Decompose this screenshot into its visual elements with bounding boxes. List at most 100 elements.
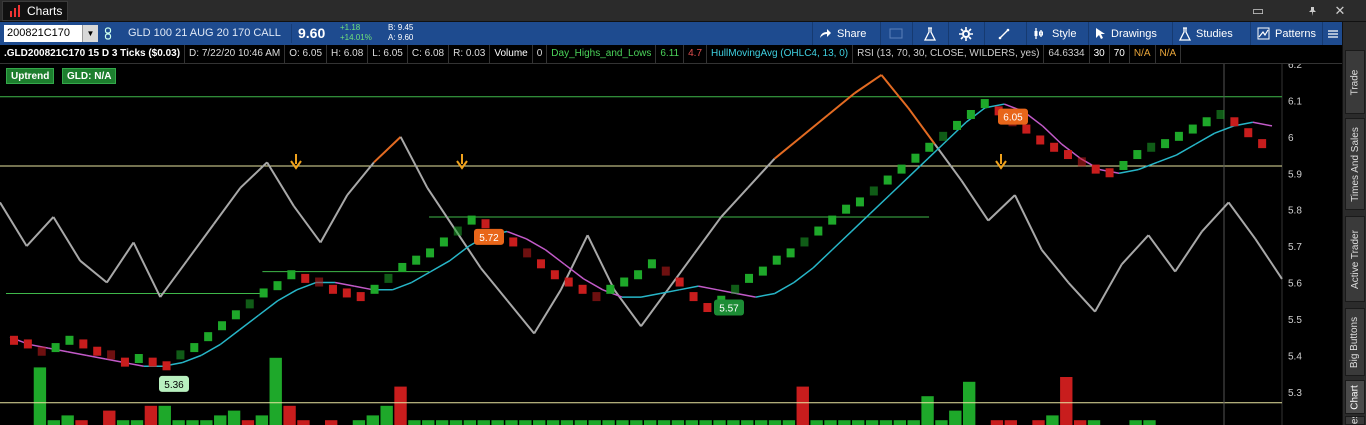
renko-brick (1188, 124, 1197, 134)
price-chart[interactable]: 6.2 6.1 6 5.9 5.8 5.7 5.6 5.5 5.4 5.3 5.36 5.72 5.57… (0, 64, 1342, 425)
volume-bar (325, 420, 338, 425)
renko-brick (218, 321, 227, 331)
chart-title: .GLD200821C170 15 D 3 Ticks ($0.03) (0, 45, 186, 63)
renko-brick (620, 277, 629, 287)
rsi-segment (1201, 201, 1230, 233)
settings-button[interactable] (948, 22, 982, 45)
volume-bar (560, 420, 574, 425)
renko-brick (564, 277, 573, 287)
gear-icon (958, 26, 973, 41)
rsi-segment (1014, 194, 1043, 251)
sidebar-tab-big-buttons[interactable]: Big Buttons (1345, 308, 1365, 376)
share-button[interactable]: Share (812, 22, 872, 45)
messages-button[interactable] (880, 22, 910, 45)
hull-segment (181, 354, 202, 364)
option-description: GLD 100 21 AUG 20 170 CALL (128, 27, 281, 39)
rsi-study[interactable]: RSI (13, 70, 30, CLOSE, WILDERS, yes) (853, 45, 1045, 63)
renko-brick (1063, 150, 1072, 160)
renko-brick (37, 346, 46, 356)
volume-bar (574, 420, 588, 425)
bar-date: D: 7/22/20 10:46 AM (185, 45, 286, 63)
rsi-segment (1040, 249, 1070, 284)
rsi-segment (1121, 234, 1150, 265)
volume-bar (1143, 420, 1156, 425)
restore-icon[interactable]: ▭ (1244, 2, 1272, 20)
sidebar-tab-times-and-sales[interactable]: Times And Sales (1345, 118, 1365, 210)
link-icon[interactable] (104, 27, 112, 40)
rsi-segment (1094, 263, 1123, 313)
style-button[interactable]: Style (1026, 22, 1082, 45)
studies-button[interactable]: Studies (1172, 22, 1239, 45)
volume-bar (588, 420, 601, 425)
pin-icon[interactable] (1298, 2, 1326, 20)
rsi-na-2: N/A (1156, 45, 1182, 63)
patterns-button[interactable]: Patterns (1250, 22, 1322, 45)
rsi-value: 64.6334 (1044, 45, 1090, 63)
volume-bar (477, 420, 490, 425)
cursor-icon (1096, 28, 1105, 39)
renko-brick (814, 226, 823, 236)
symbol-dropdown-icon[interactable]: ▼ (82, 25, 98, 42)
chart-toolbar: 200821C170 ▼ GLD 100 21 AUG 20 170 CALL … (0, 22, 1342, 45)
renko-brick (1105, 168, 1114, 178)
renko-brick (578, 284, 587, 294)
drawings-label: Drawings (1111, 27, 1157, 40)
y-tick-label: 5.7 (1288, 242, 1302, 253)
rsi-segment (586, 234, 616, 291)
volume-bar (352, 420, 366, 425)
message-icon (889, 28, 902, 39)
rsi-segment (960, 179, 990, 222)
hull-segment (736, 292, 756, 298)
volume-bar (865, 420, 879, 425)
volume-label[interactable]: Volume (490, 45, 533, 63)
drawing-tool-button[interactable] (984, 22, 1022, 45)
hull-segment (449, 245, 470, 262)
volume-bar (685, 420, 698, 425)
share-label: Share (837, 27, 867, 40)
volume-bar (1087, 420, 1101, 425)
volume-bar (75, 420, 88, 425)
volume-bar (505, 420, 518, 425)
sidebar-tab-trade[interactable]: Trade (1345, 50, 1365, 114)
more-options-button[interactable] (1322, 22, 1342, 45)
rsi-segment (319, 194, 349, 243)
renko-brick (384, 273, 393, 283)
chart-bars-icon (10, 5, 20, 17)
sidebar-tab-res[interactable]: res (1345, 416, 1365, 425)
hull-segment (774, 281, 795, 295)
renko-brick (536, 259, 545, 269)
renko-brick (634, 270, 643, 280)
gld-badge: GLD: N/A (62, 68, 117, 84)
renko-brick (398, 262, 407, 272)
volume-bar (422, 420, 435, 425)
hull-segment (296, 281, 317, 291)
renko-brick (245, 299, 254, 309)
volume-bar (921, 396, 934, 425)
volume-bar (657, 420, 671, 425)
close-icon[interactable]: ✕ (1326, 2, 1354, 20)
volume-bar (754, 420, 768, 425)
hull-study[interactable]: HullMovingAvg (OHLC4, 13, 0) (707, 45, 854, 63)
sidebar-tab-chart[interactable]: Chart (1345, 380, 1365, 414)
drawings-button[interactable]: Drawings (1088, 22, 1163, 45)
volume-bar (893, 420, 907, 425)
hull-segment (354, 285, 374, 291)
volume-bar (200, 420, 213, 425)
charts-tab[interactable]: Charts (2, 1, 68, 21)
sidebar-tab-active-trader[interactable]: Active Trader (1345, 216, 1365, 302)
volume-bar (366, 415, 379, 425)
flask-button[interactable] (912, 22, 946, 45)
day-highs-lows-study[interactable]: Day_Highs_and_Lows (547, 45, 657, 63)
volume-bar (394, 386, 407, 425)
hull-segment (1195, 132, 1216, 145)
rsi-segment (1227, 201, 1257, 240)
volume-bar (727, 420, 740, 425)
symbol-input[interactable]: 200821C170 ▼ (4, 25, 98, 42)
chart-canvas[interactable]: 6.2 6.1 6 5.9 5.8 5.7 5.6 5.5 5.4 5.3 5.36 5.72 5.57… (0, 64, 1342, 425)
volume-bar (283, 405, 296, 425)
price-label: 6.05 (1003, 113, 1023, 124)
rsi-segment (747, 158, 776, 189)
renko-brick (647, 259, 656, 269)
y-tick-label: 6.2 (1288, 64, 1302, 71)
hull-segment (525, 238, 546, 251)
